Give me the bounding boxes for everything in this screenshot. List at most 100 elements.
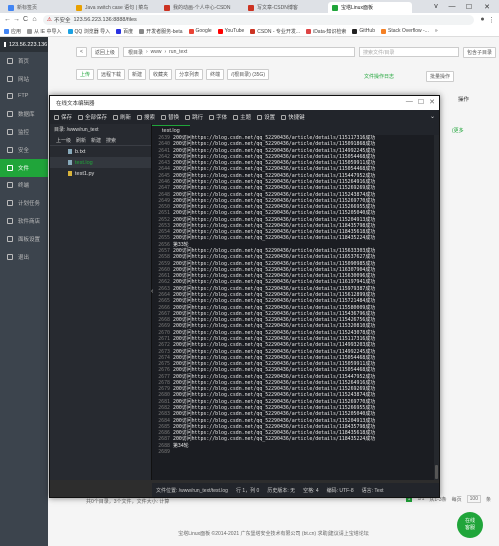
tree-search-button[interactable]: 搜索 <box>106 137 116 144</box>
share-list-button[interactable]: 分享列表 <box>175 69 204 80</box>
bookmark-item[interactable]: 应用 <box>4 28 21 35</box>
online-service-button[interactable]: 在线 客服 <box>457 512 483 538</box>
status-indent[interactable]: 空格: 4 <box>303 487 319 494</box>
maximize-button[interactable]: ☐ <box>462 0 476 13</box>
gear-icon <box>7 235 13 242</box>
sidebar-item-website[interactable]: 网站 <box>0 70 48 88</box>
keyboard-icon <box>281 114 287 120</box>
editor-tab[interactable]: test.log <box>152 125 190 135</box>
browser-tab[interactable]: 新标签页 <box>4 2 64 13</box>
tree-file-item[interactable]: b.txt <box>50 146 151 157</box>
tree-up-button[interactable]: 上一级 <box>56 137 71 144</box>
back-icon[interactable]: ← <box>3 16 12 23</box>
browser-tab-active[interactable]: 宝塔Linux面板 <box>328 2 412 13</box>
save-all-button[interactable]: 全部保存 <box>78 113 107 121</box>
sidebar-item-database[interactable]: 数据库 <box>0 105 48 123</box>
sidebar-item-ftp[interactable]: FTP <box>0 88 48 106</box>
status-encoding[interactable]: 编码: UTF-8 <box>327 487 354 494</box>
browser-tab[interactable]: Java switch case 语句 | 菜鸟 <box>72 2 158 13</box>
bookmark-item[interactable]: Stack Overflow -... <box>380 28 429 34</box>
globe-icon <box>7 75 13 82</box>
tree-file-item-selected[interactable]: test.log <box>50 157 151 168</box>
search-input[interactable]: 搜索文件/目录 <box>358 47 459 57</box>
folder-icon <box>7 164 13 171</box>
bookmarks-overflow[interactable]: » <box>435 28 438 34</box>
favorites-button[interactable]: 收藏夹 <box>149 69 173 80</box>
back-button[interactable]: < <box>76 47 87 57</box>
minimize-button[interactable]: — <box>445 0 459 13</box>
sidebar-item-files[interactable]: 文件 <box>0 158 48 177</box>
tree-new-button[interactable]: 新建 <box>91 137 101 144</box>
file-log-link[interactable]: 文件操作日志 <box>364 73 394 80</box>
status-language[interactable]: 语言: Text <box>362 487 384 494</box>
close-window-button[interactable]: ✕ <box>480 0 494 13</box>
font-button[interactable]: 字体 <box>209 113 227 121</box>
replace-button[interactable]: 替换 <box>161 113 179 121</box>
breadcrumb-item[interactable]: www <box>151 49 162 55</box>
maximize-icon[interactable]: ☐ <box>418 98 424 106</box>
bookmark-item[interactable]: 从 IE 中导入 <box>27 28 62 35</box>
per-page-select[interactable]: 100 <box>466 495 481 503</box>
address-bar[interactable]: ⚠ 不安全 123.56.223.136:8888/files <box>43 14 474 25</box>
sidebar-item-monitor[interactable]: 监控 <box>0 123 48 141</box>
tree-file-item[interactable]: test1.py <box>50 168 151 179</box>
home-icon[interactable]: ⌂ <box>30 16 39 23</box>
sidebar-item-terminal[interactable]: 终端 <box>0 177 48 195</box>
sidebar-item-store[interactable]: 软件商店 <box>0 212 48 230</box>
sidebar-item-logout[interactable]: 退出 <box>0 248 48 266</box>
bookmark-item[interactable]: 百度 <box>116 28 133 35</box>
sidebar-item-security[interactable]: 安全 <box>0 141 48 159</box>
sidebar-item-home[interactable]: 首页 <box>0 52 48 70</box>
close-icon[interactable]: ✕ <box>429 98 435 106</box>
collapse-tree-icon[interactable]: ‹ <box>151 288 153 295</box>
breadcrumb-item[interactable]: run_text <box>169 49 187 55</box>
sidebar-item-cron[interactable]: 计划任务 <box>0 194 48 212</box>
bookmark-item[interactable]: 开发者服务-beta <box>139 28 183 35</box>
browser-tab[interactable]: 写文章-CSDN博客 <box>244 2 326 13</box>
terminal-button[interactable]: 终端 <box>206 69 225 80</box>
menu-icon[interactable]: ⋮ <box>487 16 496 24</box>
parent-dir-button[interactable]: 返回上级 <box>90 46 119 58</box>
file-toolbar: 上传 远程下载 新建 收藏夹 分享列表 终端 /(根目录) (35G) <box>76 69 269 81</box>
include-subdir-checkbox[interactable]: 包含子目录 <box>462 46 496 58</box>
breadcrumb-item[interactable]: 根目录 <box>128 49 143 56</box>
bookmark-item[interactable]: Google <box>188 28 212 34</box>
chevron-down-icon[interactable]: ⌄ <box>430 113 435 120</box>
scrollbar[interactable] <box>434 135 439 480</box>
code-area[interactable]: 2639 200访问https://blog.csdn.net/qq_522904… <box>152 135 433 480</box>
new-button[interactable]: 新建 <box>128 69 147 80</box>
status-history[interactable]: 历史版本: 无 <box>267 487 295 494</box>
search-button[interactable]: 搜索 <box>137 113 155 121</box>
theme-button[interactable]: 主题 <box>233 113 251 121</box>
save-button[interactable]: 保存 <box>54 113 72 121</box>
remote-download-button[interactable]: 远程下载 <box>97 69 126 80</box>
upload-button[interactable]: 上传 <box>76 69 95 80</box>
reload-icon[interactable]: C <box>21 16 30 23</box>
more-link[interactable]: (更多 <box>452 127 464 134</box>
goto-line-button[interactable]: 跳行 <box>185 113 203 121</box>
forward-icon[interactable]: → <box>12 16 21 23</box>
refresh-button[interactable]: 刷新 <box>113 113 131 121</box>
batch-operation-button[interactable]: 批量操作 <box>426 71 455 82</box>
bookmark-item[interactable]: GitHub <box>352 28 375 34</box>
bookmark-item[interactable]: YouTube <box>217 28 244 34</box>
tree-refresh-button[interactable]: 刷新 <box>76 137 86 144</box>
shortcuts-button[interactable]: 快捷键 <box>281 113 305 121</box>
breadcrumb[interactable]: 根目录 › www › run_text <box>122 47 355 57</box>
search-icon <box>137 114 143 120</box>
theme-icon <box>233 114 239 120</box>
ftp-icon <box>7 93 13 100</box>
tab-search-icon[interactable]: v <box>429 0 443 13</box>
scrollbar-thumb[interactable] <box>435 465 438 479</box>
security-icon[interactable]: ⚠ <box>47 17 52 23</box>
profile-icon[interactable]: ● <box>478 16 487 23</box>
text-editor-modal: 在线文本编辑器 — ☐ ✕ 保存 全部保存 刷新 搜索 替换 跳行 字体 主题 … <box>49 95 440 498</box>
bookmark-item[interactable]: iData-知识检索 <box>306 28 346 35</box>
disk-button[interactable]: /(根目录) (35G) <box>227 69 269 80</box>
bookmark-item[interactable]: QQ 浏览器 导入 <box>67 28 110 35</box>
minimize-icon[interactable]: — <box>406 98 413 106</box>
browser-tab[interactable]: 我的动画-个人中心-CSDN <box>160 2 242 13</box>
sidebar-item-settings[interactable]: 面板设置 <box>0 230 48 248</box>
bookmark-item[interactable]: CSDN - 专业开发... <box>250 28 300 35</box>
settings-button[interactable]: 设置 <box>257 113 275 121</box>
